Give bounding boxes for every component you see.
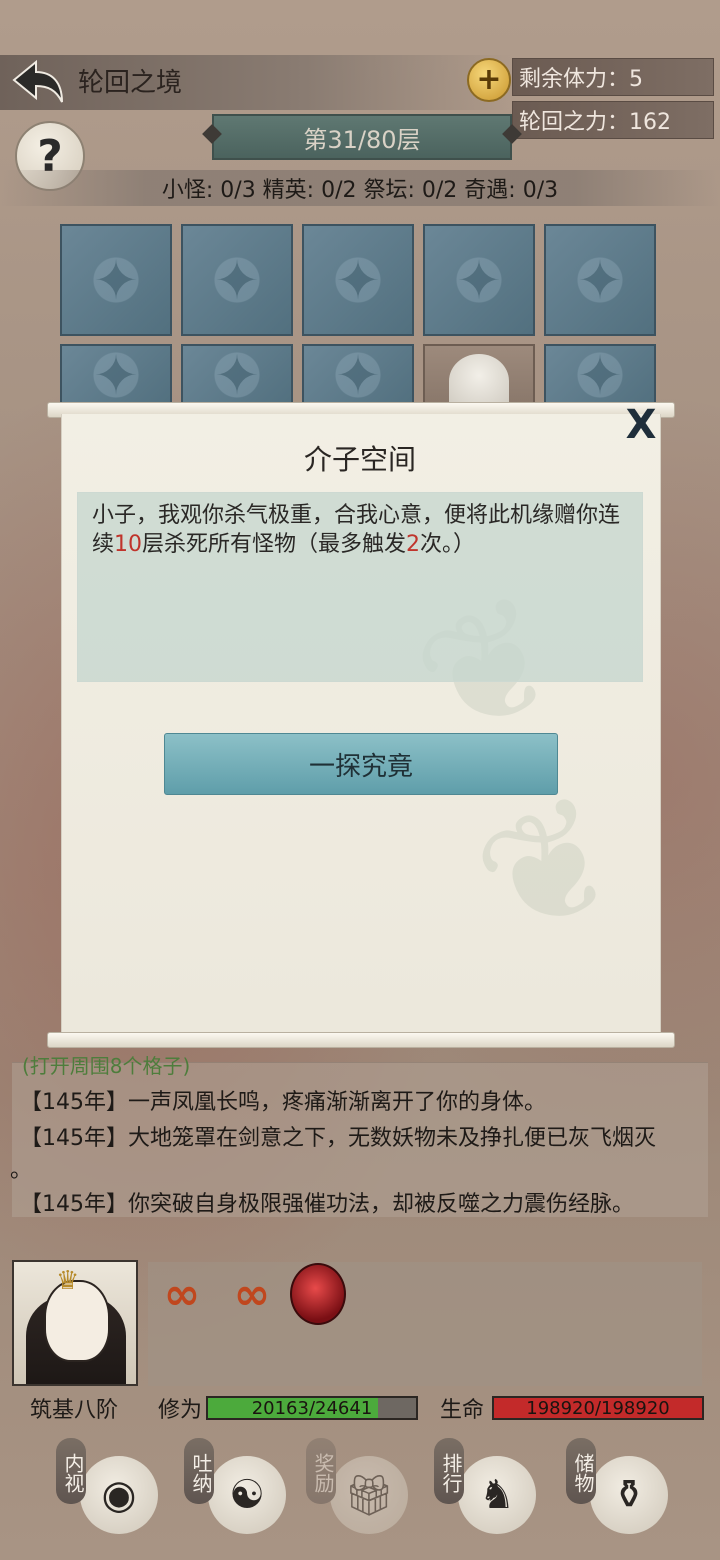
life-value: 198920/198920: [526, 1397, 670, 1419]
log-line: 【145年】大地笼罩在剑意之下，无数妖物未及挣扎便已灰飞烟灭: [20, 1126, 656, 1151]
dialog-text: 小子，我观你杀气极重，合我心意，便将此机缘赠你连续10层杀死所有怪物（最多触发2…: [77, 492, 643, 682]
dialog-title: 介子空间: [303, 443, 416, 476]
life-label: 生命: [440, 1398, 485, 1423]
life-bar: 198920/198920: [492, 1396, 704, 1420]
player-avatar-icon: [449, 354, 509, 408]
nav-label: 吐纳: [184, 1438, 214, 1504]
reincarnation-power-display: 轮回之力：162: [512, 101, 714, 139]
nav-inner-vision[interactable]: ◉ 内视: [50, 1438, 160, 1538]
buff-orb-icon[interactable]: [290, 1263, 346, 1325]
scroll-bottom-rod: [47, 1032, 675, 1048]
crown-icon: ♛: [56, 1266, 80, 1296]
nav-breathing[interactable]: ☯ 吐纳: [178, 1438, 288, 1538]
cultivation-label: 修为: [158, 1398, 203, 1423]
top-bar: [0, 55, 510, 110]
close-icon: X: [625, 402, 657, 448]
nav-storage[interactable]: ⚱ 储物: [560, 1438, 670, 1538]
ranking-icon: ♞: [458, 1456, 536, 1534]
grid-tile[interactable]: [181, 344, 293, 406]
nav-ranking[interactable]: ♞ 排行: [428, 1438, 538, 1538]
grid-tile[interactable]: [423, 224, 535, 336]
explore-button[interactable]: 一探究竟: [164, 733, 558, 795]
dialog-text-part: 次。）: [420, 532, 476, 557]
back-button[interactable]: [6, 58, 66, 106]
cultivation-bar: 20163/24641: [206, 1396, 418, 1420]
dialog-highlight-floors: 10: [114, 532, 143, 557]
grid-tile[interactable]: [60, 224, 172, 336]
dialog-text-part: 层杀死所有怪物（最多触发: [142, 532, 407, 557]
close-button[interactable]: X: [621, 402, 661, 448]
meditation-icon: ☯: [208, 1456, 286, 1534]
add-stamina-button[interactable]: +: [467, 58, 511, 102]
bag-icon: ⚱: [590, 1456, 668, 1534]
floor-banner: 第31/80层: [212, 114, 512, 160]
player-tile[interactable]: [423, 344, 535, 408]
buff-ring-icon[interactable]: ∞: [224, 1266, 280, 1322]
grid-tile[interactable]: [302, 224, 414, 336]
nav-label: 排行: [434, 1438, 464, 1504]
log-partial-line: (打开周围8个格子): [22, 1054, 191, 1078]
stamina-display: 剩余体力：5: [512, 58, 714, 96]
plus-icon: +: [476, 62, 502, 97]
cultivation-value: 20163/24641: [251, 1397, 373, 1419]
grid-tile[interactable]: [302, 344, 414, 406]
page-title: 轮回之境: [78, 68, 183, 98]
realm-label: 筑基八阶: [30, 1398, 119, 1423]
nav-rewards[interactable]: 🎁︎ 奖励: [300, 1438, 410, 1538]
status-row: 筑基八阶 修为 20163/24641 生命 198920/198920: [0, 1392, 720, 1428]
nav-label: 奖励: [306, 1438, 336, 1504]
log-line: 【145年】一声凤凰长鸣，疼痛渐渐离开了你的身体。: [20, 1090, 546, 1115]
grid-tile[interactable]: [181, 224, 293, 336]
back-arrow-icon: [12, 59, 63, 103]
nav-label: 内视: [56, 1438, 86, 1504]
eye-icon: ◉: [80, 1456, 158, 1534]
dialog-highlight-times: 2: [406, 532, 421, 557]
log-line: 。: [10, 1158, 33, 1183]
character-portrait[interactable]: ♛: [12, 1260, 138, 1386]
grid-tile[interactable]: [544, 224, 656, 336]
grid-tile[interactable]: [60, 344, 172, 406]
encounter-counts: 小怪: 0/3 精英: 0/2 祭坛: 0/2 奇遇: 0/3: [0, 170, 720, 206]
log-line: 【145年】你突破自身极限强催功法，却被反噬之力震伤经脉。: [20, 1192, 634, 1217]
buff-ring-icon[interactable]: ∞: [154, 1266, 210, 1322]
grid-tile[interactable]: [544, 344, 656, 406]
gift-icon: 🎁︎: [330, 1456, 408, 1534]
nav-label: 储物: [566, 1438, 596, 1504]
